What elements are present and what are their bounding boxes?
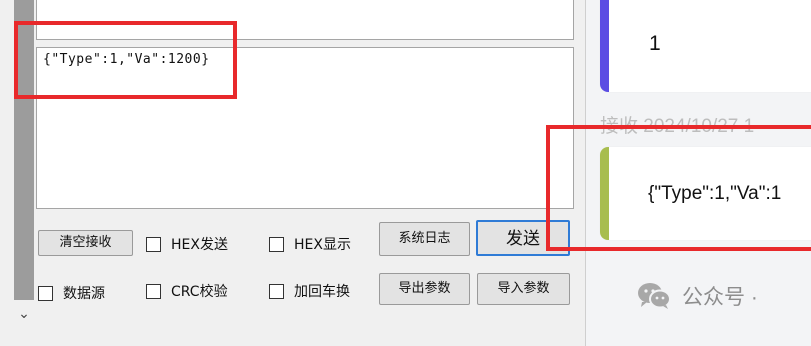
scroll-down-icon[interactable]: ⌄: [10, 305, 38, 323]
checkbox-box[interactable]: [146, 236, 161, 252]
data-source-checkbox[interactable]: 数据源: [38, 283, 105, 303]
hex-display-checkbox[interactable]: HEX显示: [269, 234, 351, 254]
checkbox-box[interactable]: [269, 283, 284, 299]
sent-message-text: 1: [649, 32, 661, 55]
watermark: 公众号 ·: [636, 281, 758, 311]
highlight-box-received: [546, 125, 811, 251]
data-source-label: 数据源: [63, 286, 105, 302]
import-params-button[interactable]: 导入参数: [477, 273, 570, 305]
sent-accent-bar: [600, 0, 609, 92]
hex-display-label: HEX显示: [294, 237, 351, 253]
highlight-box-send: [14, 21, 237, 99]
clear-receive-button[interactable]: 清空接收: [38, 230, 133, 256]
checkbox-box[interactable]: [38, 285, 53, 301]
crlf-checkbox[interactable]: 加回车换: [269, 281, 350, 301]
crc-check-checkbox[interactable]: CRC校验: [146, 281, 228, 301]
hex-send-checkbox[interactable]: HEX发送: [146, 234, 228, 254]
hex-send-label: HEX发送: [171, 237, 228, 253]
sent-message-bubble: 1: [600, 0, 811, 92]
watermark-text: 公众号 ·: [682, 286, 758, 309]
checkbox-box[interactable]: [269, 236, 284, 252]
crc-check-label: CRC校验: [171, 284, 228, 300]
system-log-button[interactable]: 系统日志: [379, 222, 470, 256]
crlf-label: 加回车换: [294, 284, 350, 300]
checkbox-box[interactable]: [146, 283, 161, 299]
export-params-button[interactable]: 导出参数: [379, 273, 470, 305]
wechat-icon: [638, 283, 671, 309]
